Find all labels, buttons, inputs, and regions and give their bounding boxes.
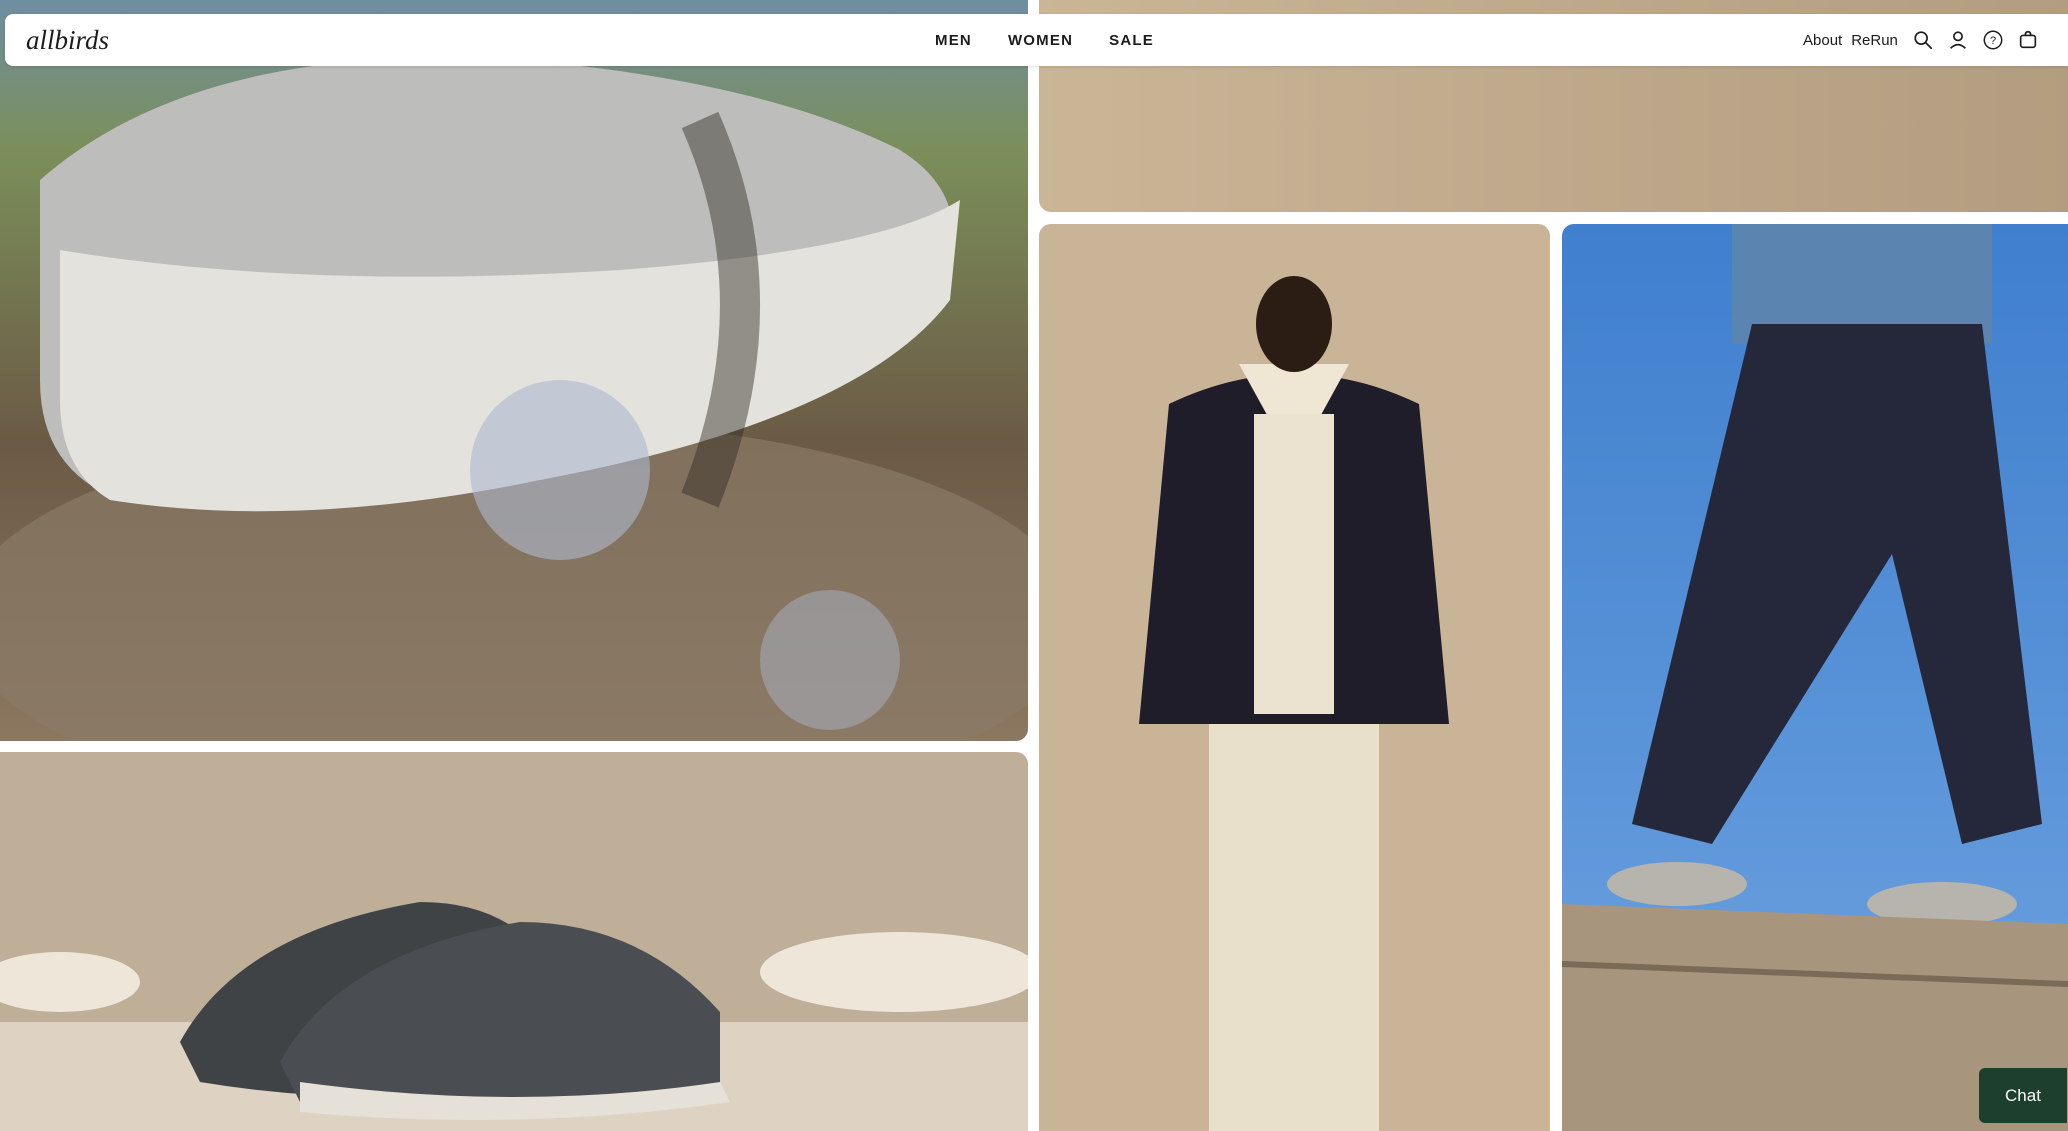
model-image-navy-jacket[interactable] (1039, 224, 1550, 1131)
svg-text:?: ? (1990, 35, 1996, 47)
account-icon[interactable] (1946, 28, 1970, 52)
primary-nav: MEN WOMEN SALE (935, 14, 1154, 66)
nav-men[interactable]: MEN (935, 32, 972, 49)
site-header: allbirds MEN WOMEN SALE About ReRun (5, 14, 2068, 66)
svg-text:allbirds: allbirds (26, 25, 109, 55)
allbirds-logo[interactable]: allbirds (26, 23, 116, 57)
hero-image-grey-sneaker[interactable] (0, 0, 1028, 741)
search-icon[interactable] (1911, 28, 1935, 52)
chat-label: Chat (2005, 1085, 2041, 1105)
cart-icon[interactable] (2016, 28, 2040, 52)
help-icon[interactable]: ? (1981, 28, 2005, 52)
nav-women[interactable]: WOMEN (1008, 32, 1073, 49)
secondary-nav: About ReRun (1803, 14, 1898, 66)
nav-about[interactable]: About (1803, 32, 1842, 49)
chat-button[interactable]: Chat (1979, 1068, 2067, 1123)
nav-rerun[interactable]: ReRun (1851, 32, 1898, 49)
product-image-charcoal-sneakers[interactable] (0, 752, 1028, 1131)
model-image-walking-jeans[interactable] (1562, 224, 2068, 1131)
nav-sale[interactable]: SALE (1109, 32, 1154, 49)
header-icons: ? (1911, 28, 2040, 52)
